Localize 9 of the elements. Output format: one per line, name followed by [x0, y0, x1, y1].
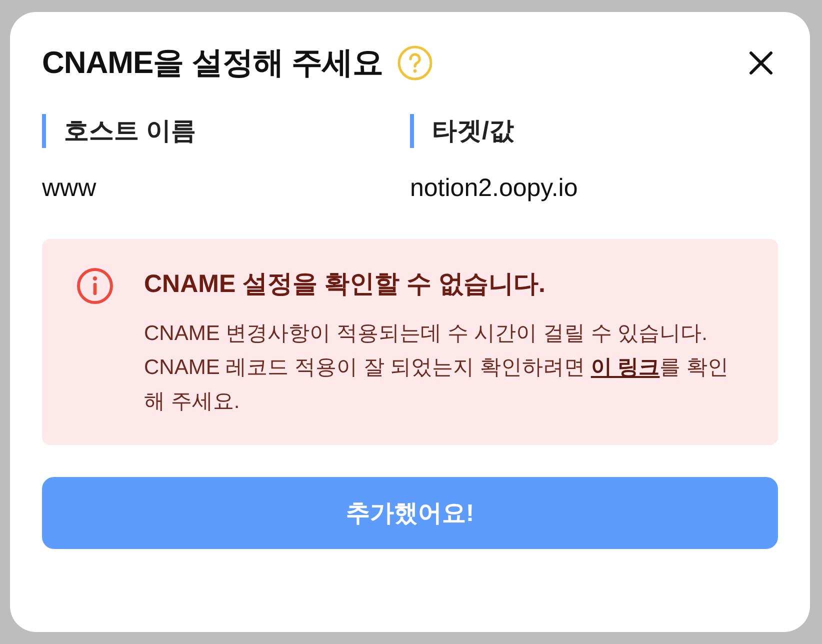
column-header: 타겟/값: [410, 114, 778, 148]
dialog-title: CNAME을 설정해 주세요: [42, 44, 383, 82]
column-header: 호스트 이름: [42, 114, 410, 148]
alert-title: CNAME 설정을 확인할 수 없습니다.: [144, 269, 546, 300]
record-value: www: [42, 174, 98, 203]
info-icon: [76, 267, 114, 305]
record-value: notion2.oopy.io: [410, 174, 579, 203]
help-link[interactable]: 이 링크: [590, 356, 660, 379]
alert-message: CNAME 변경사항이 적용되는데 수 시간이 걸릴 수 있습니다. CNAME 레코드 적용이 잘 되었는지 확인하려면 이 링크를 확인해 주세요.: [144, 321, 730, 415]
